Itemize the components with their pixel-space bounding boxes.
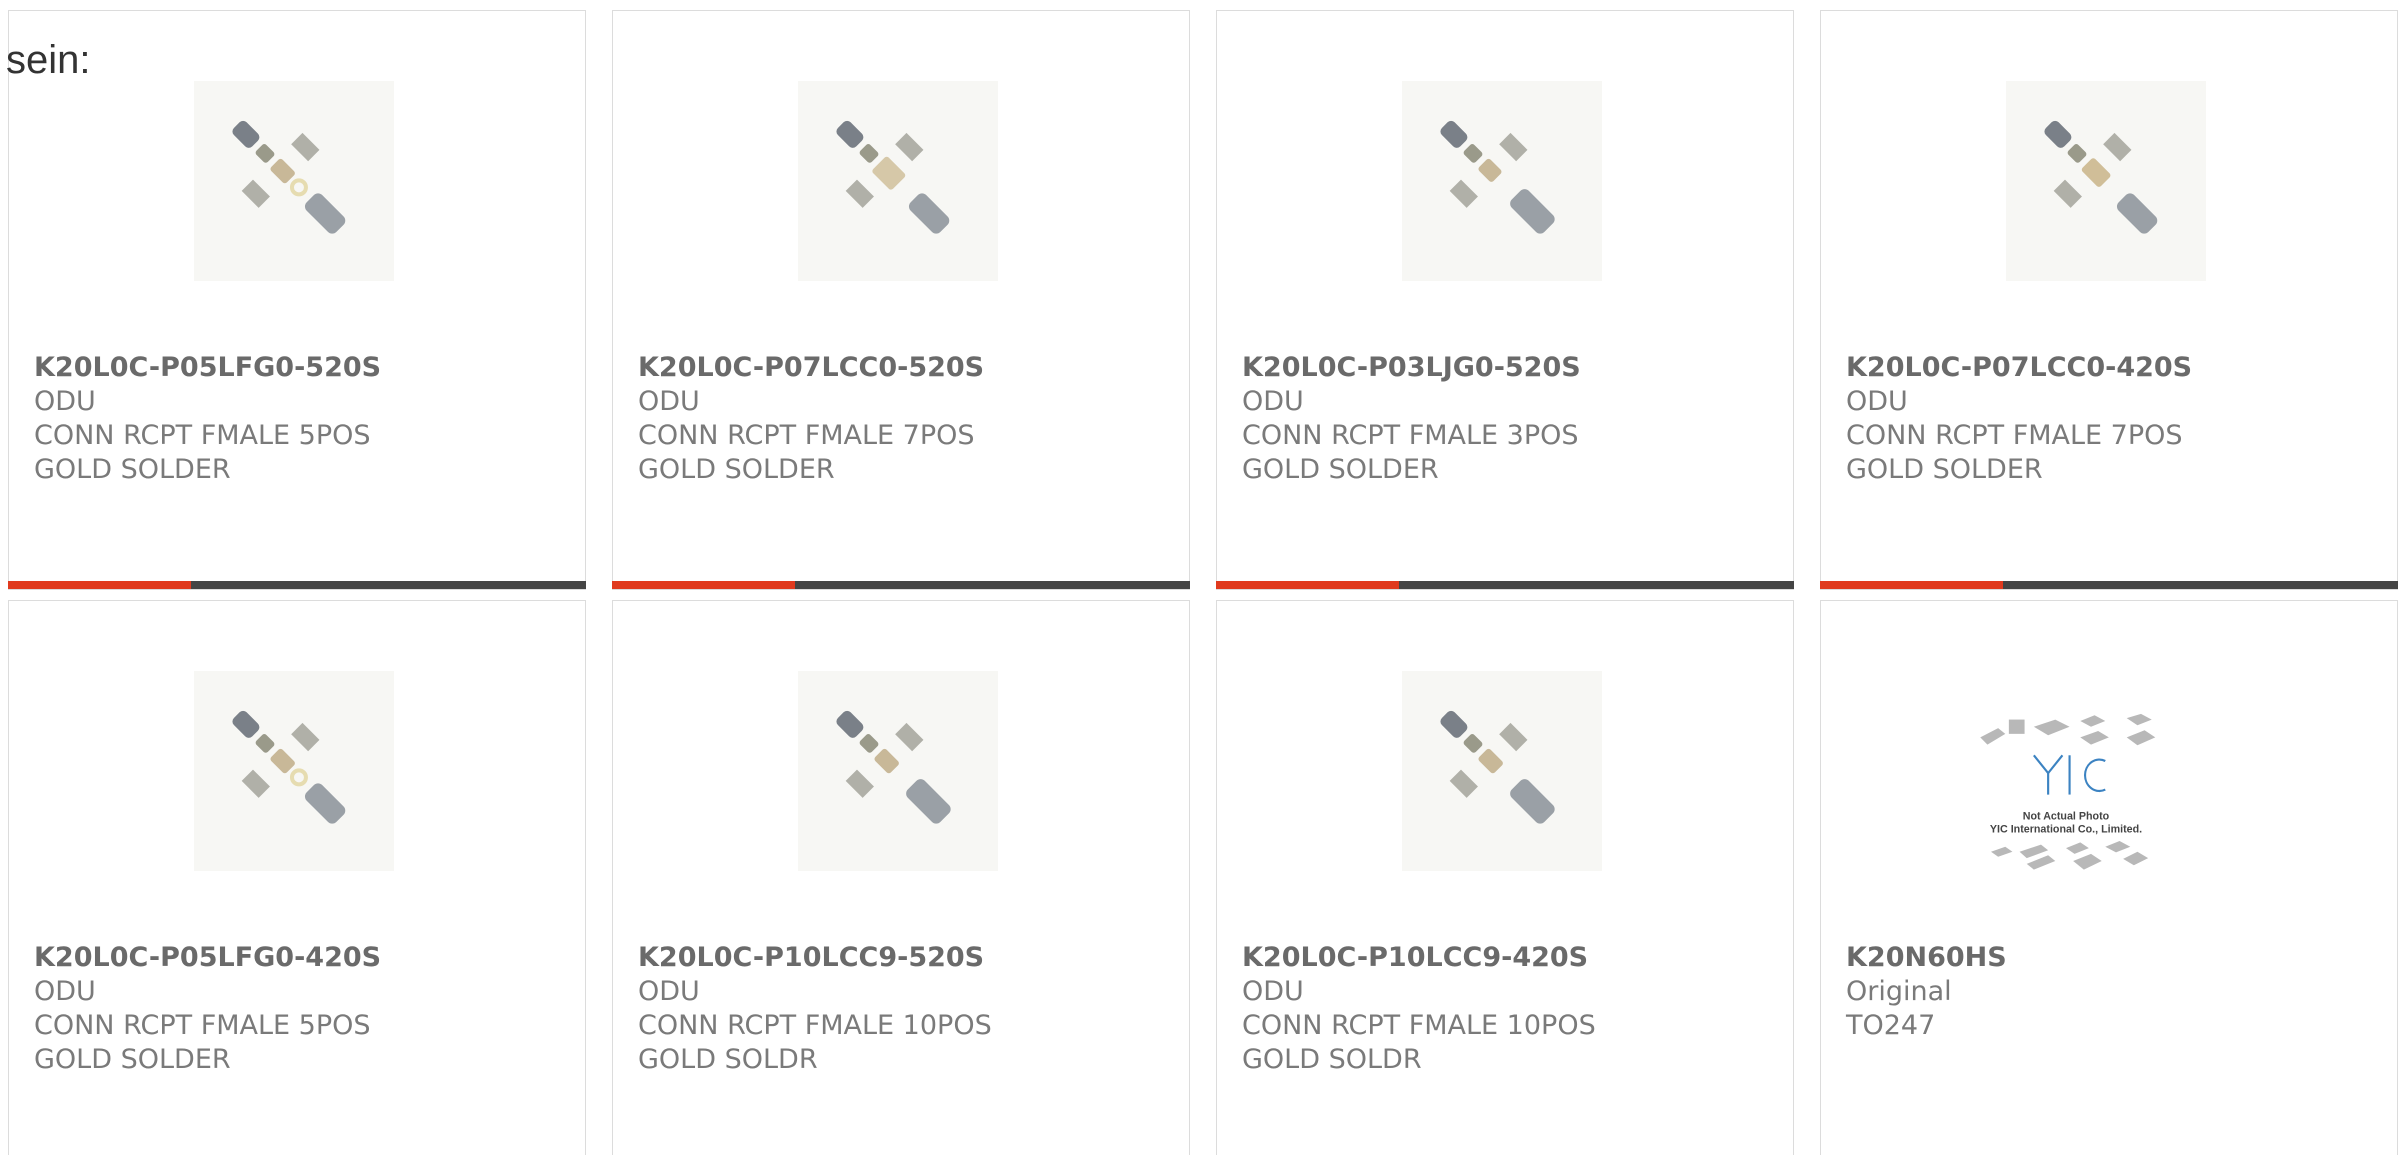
card-footer-accent xyxy=(1820,581,2003,589)
connector-parts-image[interactable] xyxy=(1402,81,1602,281)
manufacturer: ODU xyxy=(638,386,700,417)
manufacturer: ODU xyxy=(1846,386,1908,417)
manufacturer: ODU xyxy=(34,976,96,1007)
part-number[interactable]: K20L0C-P07LCC0-520S xyxy=(638,351,1169,385)
product-card[interactable]: K20L0C-P07LCC0-520S ODU CONN RCPT FMALE … xyxy=(612,10,1190,590)
connector-parts-image[interactable] xyxy=(194,671,394,871)
product-grid: K20L0C-P05LFG0-520S ODU CONN RCPT FMALE … xyxy=(8,10,2400,1155)
card-footer-bar xyxy=(8,581,586,589)
part-number[interactable]: K20N60HS xyxy=(1846,941,2377,975)
product-card[interactable]: K20L0C-P03LJG0-520S ODU CONN RCPT FMALE … xyxy=(1216,10,1794,590)
product-description: CONN RCPT FMALE 7POS GOLD SOLDER xyxy=(638,420,975,485)
image-caption-1: Not Actual Photo xyxy=(2023,811,2110,823)
card-footer-bar xyxy=(1216,581,1794,589)
part-number[interactable]: K20L0C-P07LCC0-420S xyxy=(1846,351,2377,385)
connector-parts-image[interactable] xyxy=(194,81,394,281)
product-description: CONN RCPT FMALE 10POS GOLD SOLDR xyxy=(1242,1010,1596,1075)
manufacturer: Original xyxy=(1846,976,1952,1007)
card-footer-accent xyxy=(8,581,191,589)
product-description: CONN RCPT FMALE 3POS GOLD SOLDER xyxy=(1242,420,1579,485)
connector-parts-image[interactable] xyxy=(798,81,998,281)
manufacturer: ODU xyxy=(1242,976,1304,1007)
part-number[interactable]: K20L0C-P05LFG0-520S xyxy=(34,351,565,385)
part-number[interactable]: K20L0C-P03LJG0-520S xyxy=(1242,351,1773,385)
product-card[interactable]: K20L0C-P05LFG0-420S ODU CONN RCPT FMALE … xyxy=(8,600,586,1155)
card-footer-bar xyxy=(612,581,1190,589)
product-card[interactable]: K20L0C-P10LCC9-420S ODU CONN RCPT FMALE … xyxy=(1216,600,1794,1155)
product-card[interactable]: K20L0C-P07LCC0-420S ODU CONN RCPT FMALE … xyxy=(1820,10,2398,590)
connector-parts-image[interactable] xyxy=(1402,671,1602,871)
product-card[interactable]: Not Actual Photo YIC International Co., … xyxy=(1820,600,2398,1155)
intro-text: sein: xyxy=(6,38,91,82)
product-listing-page: sein: K20L0C-P05LFG0-520S ODU CONN RCPT … xyxy=(0,0,2400,1155)
product-description: CONN RCPT FMALE 10POS GOLD SOLDR xyxy=(638,1010,992,1075)
connector-parts-image[interactable] xyxy=(2006,81,2206,281)
product-description: CONN RCPT FMALE 5POS GOLD SOLDER xyxy=(34,420,371,485)
yic-placeholder-image[interactable]: Not Actual Photo YIC International Co., … xyxy=(1966,691,2246,931)
product-card[interactable]: K20L0C-P05LFG0-520S ODU CONN RCPT FMALE … xyxy=(8,10,586,590)
card-footer-bar xyxy=(1820,581,2398,589)
part-number[interactable]: K20L0C-P10LCC9-520S xyxy=(638,941,1169,975)
product-description: CONN RCPT FMALE 5POS GOLD SOLDER xyxy=(34,1010,371,1075)
manufacturer: ODU xyxy=(34,386,96,417)
image-caption-2: YIC International Co., Limited. xyxy=(1990,823,2142,835)
product-description: CONN RCPT FMALE 7POS GOLD SOLDER xyxy=(1846,420,2183,485)
card-footer-accent xyxy=(1216,581,1399,589)
product-description: TO247 xyxy=(1846,1010,1936,1041)
manufacturer: ODU xyxy=(1242,386,1304,417)
part-number[interactable]: K20L0C-P05LFG0-420S xyxy=(34,941,565,975)
manufacturer: ODU xyxy=(638,976,700,1007)
product-card[interactable]: K20L0C-P10LCC9-520S ODU CONN RCPT FMALE … xyxy=(612,600,1190,1155)
card-footer-accent xyxy=(612,581,795,589)
connector-parts-image[interactable] xyxy=(798,671,998,871)
part-number[interactable]: K20L0C-P10LCC9-420S xyxy=(1242,941,1773,975)
